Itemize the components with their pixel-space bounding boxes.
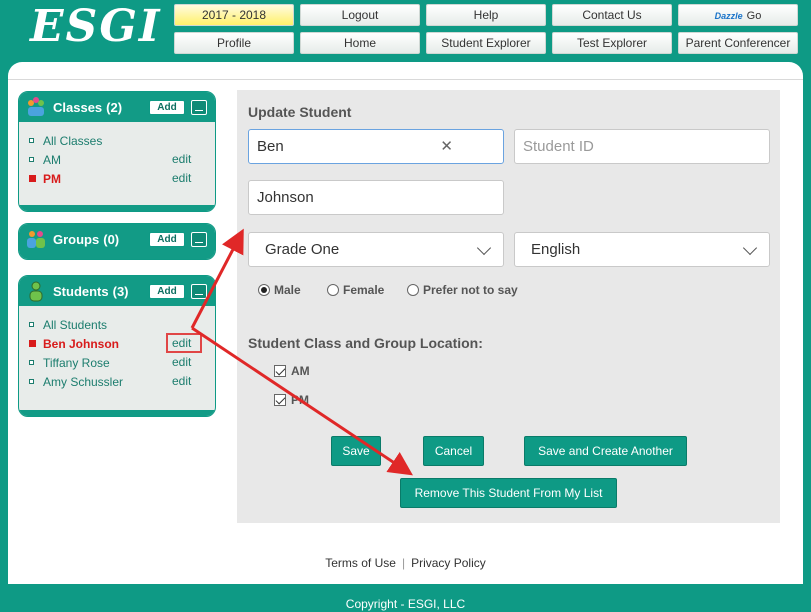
groups-panel: Groups (0) Add xyxy=(18,223,216,260)
bullet-icon xyxy=(29,340,36,347)
radio-selected-icon xyxy=(258,284,270,296)
student-item-amy-schussler[interactable]: Amy Schussler edit xyxy=(29,373,205,392)
classes-panel: Classes (2) Add All Classes AM edit PM ed… xyxy=(18,91,216,212)
bullet-icon xyxy=(29,360,34,365)
home-button[interactable]: Home xyxy=(300,32,420,54)
school-year-button[interactable]: 2017 - 2018 xyxy=(174,4,294,26)
terms-of-use-link[interactable]: Terms of Use xyxy=(325,556,396,570)
bullet-icon xyxy=(29,138,34,143)
students-header: Students (3) Add xyxy=(19,276,215,306)
copyright-text: Copyright - ESGI, LLC xyxy=(345,597,466,611)
add-group-button[interactable]: Add xyxy=(149,232,185,247)
student-id-input[interactable]: Student ID xyxy=(514,129,770,164)
location-am-checkbox[interactable]: AM xyxy=(274,364,310,378)
main-panel: Classes (2) Add All Classes AM edit PM ed… xyxy=(8,62,803,584)
student-item-tiffany-rose[interactable]: Tiffany Rose edit xyxy=(29,354,205,373)
students-panel: Students (3) Add All Students Ben Johnson… xyxy=(18,275,216,417)
bullet-icon xyxy=(29,157,34,162)
contact-us-button[interactable]: Contact Us xyxy=(552,4,672,26)
checkbox-checked-icon xyxy=(274,394,286,406)
bullet-icon xyxy=(29,322,34,327)
privacy-policy-link[interactable]: Privacy Policy xyxy=(411,556,486,570)
students-count: (3) xyxy=(112,284,129,299)
class-item-am[interactable]: AM edit xyxy=(29,151,205,170)
student-item-ben-johnson[interactable]: Ben Johnson edit xyxy=(29,333,205,354)
classes-title: Classes xyxy=(53,100,103,115)
location-section-title: Student Class and Group Location: xyxy=(248,335,483,351)
remove-student-button[interactable]: Remove This Student From My List xyxy=(400,478,617,508)
student-icon xyxy=(29,281,43,302)
go-label: Go xyxy=(746,10,762,22)
bullet-icon xyxy=(29,175,36,182)
location-pm-checkbox[interactable]: PM xyxy=(274,393,309,407)
footer-separator: | xyxy=(401,556,406,570)
grade-select[interactable]: Grade One xyxy=(248,232,504,267)
students-title: Students xyxy=(53,284,109,299)
collapse-classes-button[interactable] xyxy=(191,100,207,115)
add-student-button[interactable]: Add xyxy=(149,284,185,299)
form-title: Update Student xyxy=(248,104,352,120)
test-explorer-button[interactable]: Test Explorer xyxy=(552,32,672,54)
gender-prefer-not-radio[interactable]: Prefer not to say xyxy=(407,283,518,297)
dazzle-go-button[interactable]: Dazzle Go xyxy=(678,4,798,26)
update-student-form: Update Student Ben ✕ Student ID Johnson … xyxy=(237,90,780,523)
last-name-input[interactable]: Johnson xyxy=(248,180,504,215)
esgi-logo: ESGI xyxy=(30,1,162,52)
checkbox-checked-icon xyxy=(274,365,286,377)
expand-groups-button[interactable] xyxy=(191,232,207,247)
first-name-input[interactable]: Ben ✕ xyxy=(248,129,504,164)
bullet-icon xyxy=(29,379,34,384)
groups-header: Groups (0) Add xyxy=(19,224,215,254)
save-button[interactable]: Save xyxy=(331,436,381,466)
panel-footer xyxy=(19,205,215,211)
edit-class-pm-link[interactable]: edit xyxy=(172,171,191,185)
logout-button[interactable]: Logout xyxy=(300,4,420,26)
edit-student-tiffany-link[interactable]: edit xyxy=(172,355,191,369)
footer-links: Terms of Use | Privacy Policy xyxy=(0,556,811,570)
groups-count: (0) xyxy=(103,232,120,247)
class-item-all[interactable]: All Classes xyxy=(29,132,205,151)
help-button[interactable]: Help xyxy=(426,4,546,26)
save-and-create-another-button[interactable]: Save and Create Another xyxy=(524,436,687,466)
gender-male-radio[interactable]: Male xyxy=(258,283,301,297)
profile-button[interactable]: Profile xyxy=(174,32,294,54)
edit-class-am-link[interactable]: edit xyxy=(172,152,191,166)
divider xyxy=(8,79,803,80)
class-item-pm[interactable]: PM edit xyxy=(29,170,205,189)
edit-student-amy-link[interactable]: edit xyxy=(172,374,191,388)
classes-count: (2) xyxy=(106,100,123,115)
dazzle-logo: Dazzle xyxy=(714,11,743,21)
collapse-students-button[interactable] xyxy=(191,284,207,299)
student-explorer-button[interactable]: Student Explorer xyxy=(426,32,546,54)
classes-icon xyxy=(28,97,44,116)
gender-female-radio[interactable]: Female xyxy=(327,283,384,297)
cancel-button[interactable]: Cancel xyxy=(423,436,484,466)
language-select[interactable]: English xyxy=(514,232,770,267)
panel-footer xyxy=(19,410,215,416)
clear-icon[interactable]: ✕ xyxy=(440,130,453,163)
chevron-down-icon xyxy=(742,240,758,256)
panel-footer xyxy=(19,253,215,259)
chevron-down-icon xyxy=(476,240,492,256)
groups-icon xyxy=(27,231,45,248)
highlight-box xyxy=(166,333,202,353)
parent-conferencer-button[interactable]: Parent Conferencer xyxy=(678,32,798,54)
radio-icon xyxy=(407,284,419,296)
radio-icon xyxy=(327,284,339,296)
add-class-button[interactable]: Add xyxy=(149,100,185,115)
groups-title: Groups xyxy=(53,232,100,247)
classes-header: Classes (2) Add xyxy=(19,92,215,122)
